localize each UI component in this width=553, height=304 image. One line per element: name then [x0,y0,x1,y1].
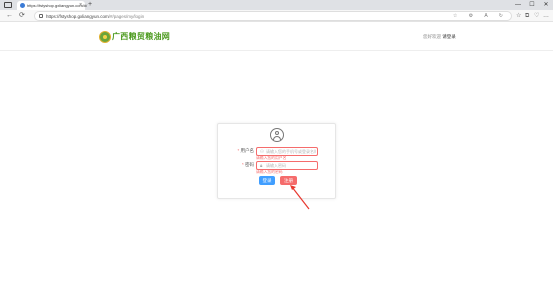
browser-toolbar: ← ⟳ https://fstyshop.gxliangyun.com/#/pa… [0,10,553,22]
site-info-icon[interactable] [39,14,43,18]
password-input[interactable] [266,162,316,169]
more-options-icon[interactable]: … [543,11,549,21]
favorites-icon[interactable]: ☆ [516,11,521,21]
address-bar[interactable]: https://fstyshop.gxliangyun.com/#/pages/… [34,11,512,21]
password-field[interactable]: 🔒︎ [256,161,318,170]
username-field[interactable]: ⚇ [256,147,318,156]
tab-close-icon[interactable]: × [79,2,82,9]
address-bar-actions[interactable]: ☆ ⚙ A ↻ [453,12,508,21]
welcome-text: 您好欢迎 [423,34,443,39]
logo-icon [99,31,111,43]
url-host: https://fstyshop.gxliangyun.com [46,14,109,19]
new-tab-button[interactable]: + [88,1,92,9]
lock-icon: 🔒︎ [260,163,263,168]
header-login-link[interactable]: 请登录 [442,34,456,39]
login-button[interactable]: 登录 [259,176,275,185]
browser-menu-icon[interactable] [4,2,12,8]
site-header: 广西粮贸粮油网 您好欢迎 请登录 [0,23,553,51]
avatar-head [275,131,279,135]
register-button[interactable]: 注册 [280,176,297,185]
user-icon: ⚇ [260,149,265,154]
username-input[interactable] [266,148,316,155]
login-card: * 用户名 ⚇ 请输入您的用户名 * 密码 🔒︎ 请输入您的密码 登录 注册 [217,123,336,199]
site-logo-text[interactable]: 广西粮贸粮油网 [112,31,170,43]
collections-icon[interactable]: ⧉ [525,11,529,21]
browser-tab[interactable]: https://fstyshop.gxliangyun.com/#/ × [17,1,87,10]
tab-favicon-icon [20,3,25,8]
avatar-icon [270,128,284,142]
address-url: https://fstyshop.gxliangyun.com/#/pages/… [46,12,144,21]
reload-button[interactable]: ⟳ [19,11,25,21]
minimize-button[interactable]: — [511,0,525,10]
maximize-button[interactable]: ☐ [525,0,539,10]
close-window-button[interactable]: ✕ [539,0,553,10]
url-path: /#/pages/my/login [108,14,145,19]
username-label: * 用户名 [228,147,254,155]
password-label: * 密码 [228,161,254,169]
profile-icon[interactable]: ♡ [534,11,539,21]
back-button[interactable]: ← [6,11,13,21]
header-links: 您好欢迎 请登录 [423,33,456,41]
avatar-body [273,136,281,140]
password-label-text: 密码 [245,162,254,167]
username-required-mark: * [237,148,240,153]
username-label-text: 用户名 [240,148,255,153]
browser-tab-strip: https://fstyshop.gxliangyun.com/#/ × + —… [0,0,553,10]
password-error: 请输入您的密码 [256,170,283,174]
password-required-mark: * [241,162,244,167]
